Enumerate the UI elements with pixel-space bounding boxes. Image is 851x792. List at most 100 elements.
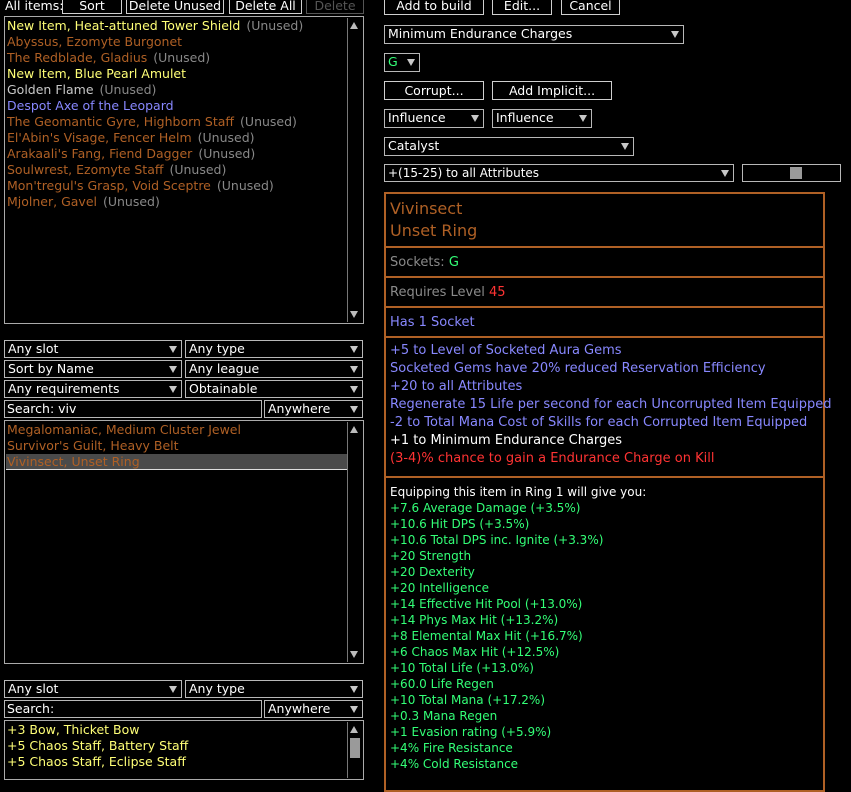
stat-change-line: +10.6 Total DPS inc. Ignite (+3.3%) [390,533,604,547]
add-to-build-button[interactable]: Add to build [384,0,484,15]
item-database-list[interactable]: Megalomaniac, Medium Cluster Jewel Surviv… [4,420,364,664]
all-items-label: All items: [5,0,64,13]
unused-tag: (Unused) [99,82,157,97]
tooltip-requirements: Requires Level 45 [386,278,823,308]
scroll-down-arrow-icon[interactable] [350,651,358,658]
type-filter-dropdown[interactable]: Any type [185,340,363,358]
scrollbar-thumb[interactable] [350,738,360,758]
delete-button[interactable]: Delete [306,0,364,14]
item-name: Megalomaniac, Medium Cluster Jewel [7,422,241,437]
scroll-up-arrow-icon[interactable] [350,22,358,29]
tooltip-mods: +5 to Level of Socketed Aura Gems Sockete… [386,338,832,478]
scroll-up-arrow-icon[interactable] [350,726,358,733]
stat-change-line: +14 Effective Hit Pool (+13.0%) [390,597,583,611]
list-item[interactable]: The Geomantic Gyre, Highborn Staff (Unuse… [6,114,347,130]
delete-all-button[interactable]: Delete All [229,0,302,14]
requirements-filter-dropdown[interactable]: Any requirements [4,380,182,398]
item-name: The Geomantic Gyre, Highborn Staff [7,114,235,129]
slider-thumb[interactable] [790,167,802,179]
item-search-field-2[interactable]: Search: [4,700,262,718]
chevron-down-icon [350,686,358,693]
stat-change-line: +10 Total Life (+13.0%) [390,661,534,675]
item-name: El'Abin's Visage, Fencer Helm [7,130,192,145]
list-item[interactable]: New Item, Heat-attuned Tower Shield (Unus… [6,18,347,34]
list-item[interactable]: New Item, Blue Pearl Amulet [6,66,347,82]
influence-dropdown-2[interactable]: Influence [492,109,592,128]
chevron-down-icon [621,143,629,150]
item-name: Abyssus, Ezomyte Burgonet [7,34,183,49]
item-name: Mon'tregul's Grasp, Void Sceptre [7,178,211,193]
sort-order-dropdown[interactable]: Sort by Name [4,360,182,378]
search-input-value[interactable]: viv [58,401,76,416]
item-base: Unset Ring [390,221,478,240]
list-item[interactable]: Arakaali's Fang, Fiend Dagger (Unused) [6,146,347,162]
scroll-down-arrow-icon[interactable] [350,311,358,318]
unused-tag: (Unused) [198,146,256,161]
item-name: +5 Chaos Staff, Battery Staff [7,738,189,753]
crafted-scrollbar[interactable] [347,722,362,778]
unused-tag: (Unused) [246,18,304,33]
add-implicit-button[interactable]: Add Implicit... [492,81,612,100]
list-item[interactable]: Golden Flame (Unused) [6,82,347,98]
list-item[interactable]: Megalomaniac, Medium Cluster Jewel [6,422,347,438]
search-scope-dropdown[interactable]: Anywhere [264,400,363,418]
cancel-button[interactable]: Cancel [561,0,620,15]
slot-filter-dropdown-2[interactable]: Any slot [4,680,182,698]
item-mod-line: +20 to all Attributes [390,379,523,394]
obtainable-filter-dropdown[interactable]: Obtainable [185,380,363,398]
stat-change-line: +20 Strength [390,549,472,563]
list-item[interactable]: Despot Axe of the Leopard [6,98,347,114]
item-name: Soulwrest, Ezomyte Staff [7,162,164,177]
list-item[interactable]: +5 Chaos Staff, Eclipse Staff [6,754,347,770]
list-item[interactable]: El'Abin's Visage, Fencer Helm (Unused) [6,130,347,146]
search-scope-dropdown-2[interactable]: Anywhere [264,700,363,718]
list-item[interactable]: Mjolner, Gavel (Unused) [6,194,347,210]
list-item[interactable]: Survivor's Guilt, Heavy Belt [6,438,347,454]
item-name: New Item, Blue Pearl Amulet [7,66,187,81]
catalyst-mod-dropdown[interactable]: +(15-25) to all Attributes [384,164,734,182]
database-scrollbar[interactable] [347,422,362,662]
tooltip-implicit: Has 1 Socket [386,308,823,338]
socket-color-dropdown[interactable]: G [384,53,420,72]
influence-dropdown-1[interactable]: Influence [384,109,484,128]
all-items-list[interactable]: New Item, Heat-attuned Tower Shield (Unus… [4,16,364,324]
stat-change-line: +14 Phys Max Hit (+13.2%) [390,613,559,627]
corrupt-button[interactable]: Corrupt... [384,81,484,100]
item-search-field[interactable]: Search: viv [4,400,262,418]
sort-button[interactable]: Sort [62,0,122,14]
catalyst-quality-slider[interactable] [742,164,841,182]
search-label: Search: [7,401,55,416]
chevron-down-icon [169,366,177,373]
chevron-down-icon [721,170,729,177]
chevron-down-icon [350,406,358,413]
compare-header: Equipping this item in Ring 1 will give … [390,485,647,499]
list-item[interactable]: +5 Chaos Staff, Battery Staff [6,738,347,754]
list-item[interactable]: The Redblade, Gladius (Unused) [6,50,347,66]
slot-filter-dropdown[interactable]: Any slot [4,340,182,358]
chevron-down-icon [350,706,358,713]
league-filter-dropdown[interactable]: Any league [185,360,363,378]
unused-tag: (Unused) [216,178,274,193]
stat-change-line: +1 Evasion rating (+5.9%) [390,725,552,739]
list-item[interactable]: Vivinsect, Unset Ring [6,454,347,470]
chevron-down-icon [579,115,587,122]
list-item[interactable]: Soulwrest, Ezomyte Staff (Unused) [6,162,347,178]
list-item[interactable]: Mon'tregul's Grasp, Void Sceptre (Unused) [6,178,347,194]
crafted-items-list[interactable]: +3 Bow, Thicket Bow +5 Chaos Staff, Batte… [4,720,364,780]
item-mod-line: Regenerate 15 Life per second for each U… [390,397,832,412]
catalyst-dropdown[interactable]: Catalyst [384,137,634,156]
list-item[interactable]: Abyssus, Ezomyte Burgonet [6,34,347,50]
list-item[interactable]: +3 Bow, Thicket Bow [6,722,347,738]
chevron-down-icon [169,686,177,693]
tooltip-sockets: Sockets: G [386,248,823,278]
edit-button[interactable]: Edit... [492,0,552,15]
type-filter-dropdown-2[interactable]: Any type [185,680,363,698]
unused-tag: (Unused) [102,194,160,209]
item-name: Survivor's Guilt, Heavy Belt [7,438,179,453]
all-items-scrollbar[interactable] [347,18,362,322]
scroll-up-arrow-icon[interactable] [350,426,358,433]
variant-dropdown[interactable]: Minimum Endurance Charges [384,25,684,44]
stat-change-line: +7.6 Average Damage (+3.5%) [390,501,581,515]
unused-tag: (Unused) [169,162,227,177]
delete-unused-button[interactable]: Delete Unused [126,0,224,14]
